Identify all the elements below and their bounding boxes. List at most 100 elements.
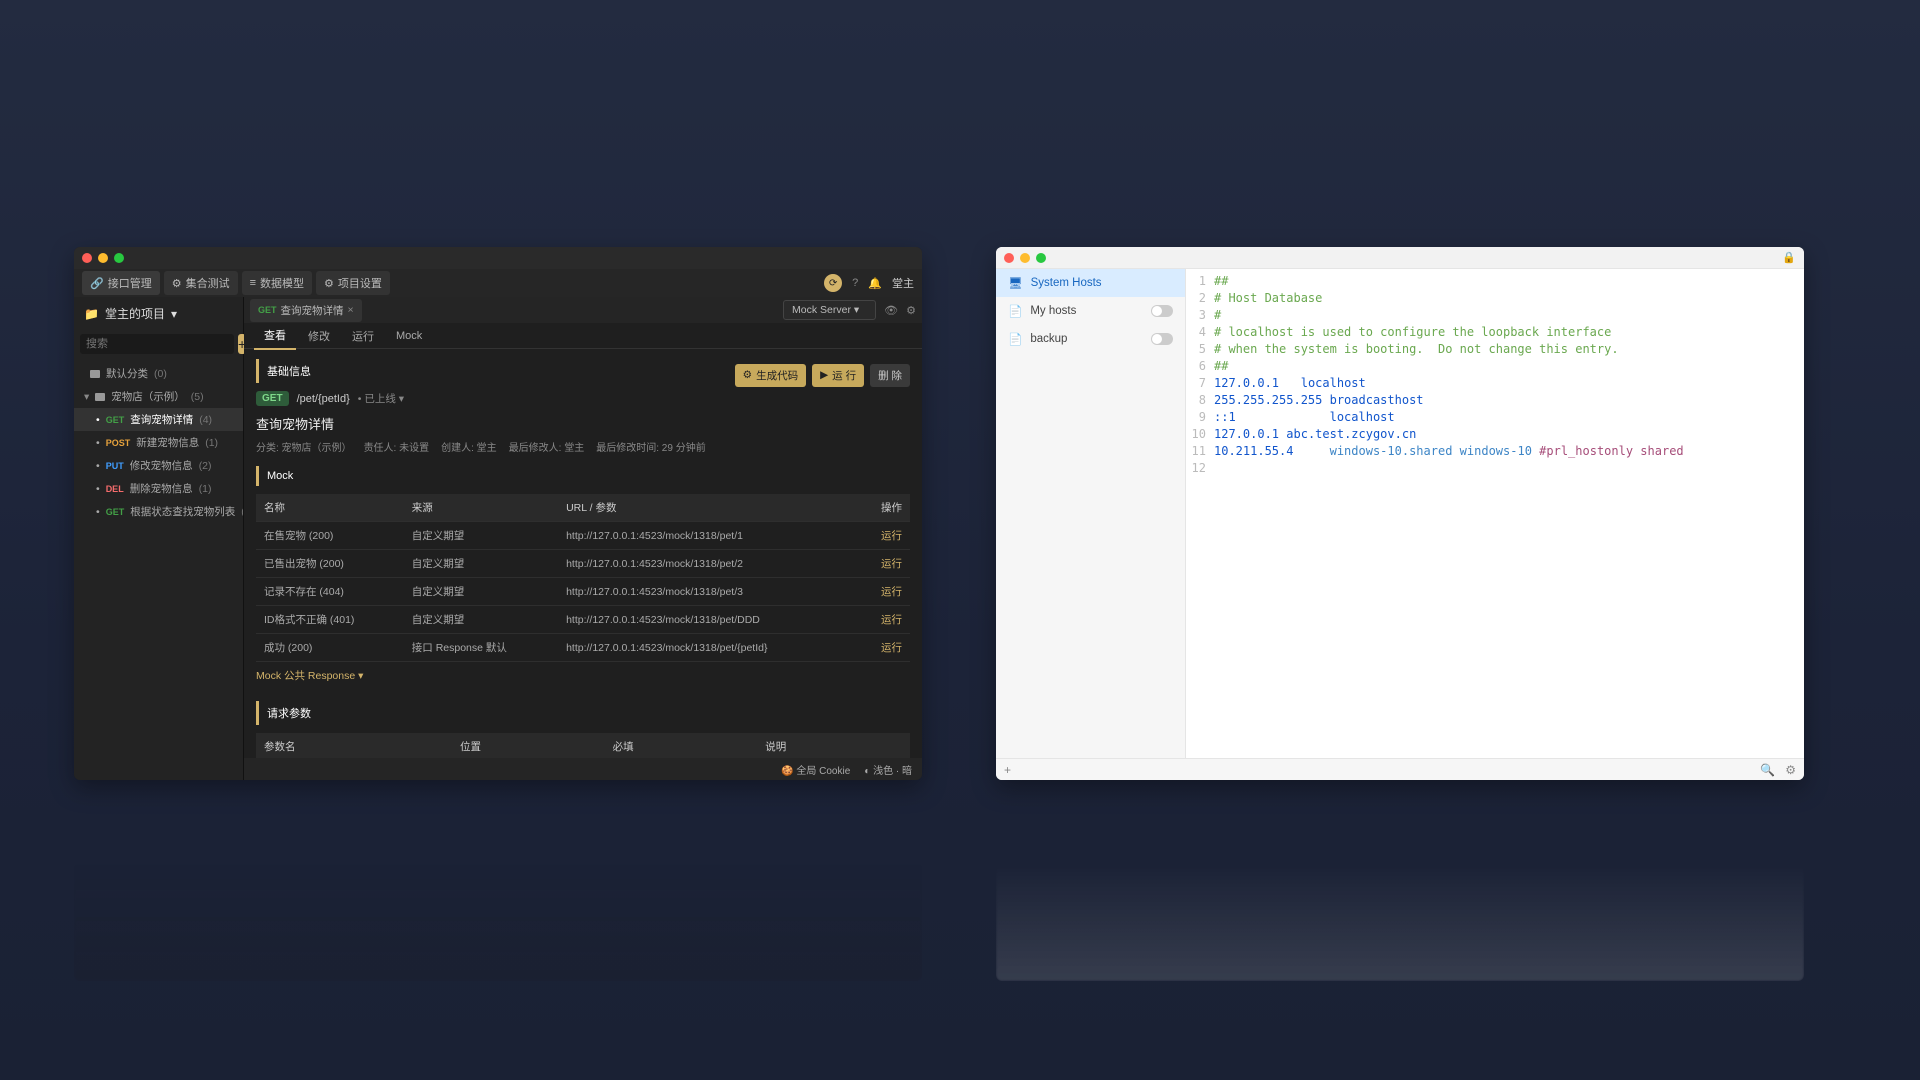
- code-line: 3#: [1186, 307, 1804, 324]
- tree-item[interactable]: • DEL 删除宠物信息 (1): [74, 477, 243, 500]
- tree-item[interactable]: • POST 新建宠物信息 (1): [74, 431, 243, 454]
- api-footer: 🍪 全局 Cookie ◐ 浅色 · 暗: [244, 758, 922, 780]
- subtab-bar: 查看 修改 运行 Mock: [244, 323, 922, 349]
- delete-button[interactable]: 删 除: [870, 364, 910, 387]
- add-host-button[interactable]: +: [1004, 763, 1011, 777]
- tab-bar: GET 查询宠物详情 × Mock Server ▾ 👁 ⚙: [244, 297, 922, 323]
- maximize-icon[interactable]: [1036, 253, 1046, 263]
- api-topnav: 🔗接口管理 ⚙集合测试 ≡数据模型 ⚙项目设置 ⟳ ? 🔔 堂主: [74, 269, 922, 297]
- file-icon: 📄: [1008, 332, 1022, 346]
- table-row: 记录不存在 (404)自定义期望http://127.0.0.1:4523/mo…: [256, 578, 910, 606]
- nav-collection-test[interactable]: ⚙集合测试: [164, 271, 238, 295]
- method-badge: GET: [258, 305, 277, 315]
- run-link[interactable]: 运行: [881, 530, 902, 542]
- theme-toggle[interactable]: ◐ 浅色 · 暗: [864, 762, 912, 777]
- api-title: 查询宠物详情: [256, 414, 910, 433]
- code-line: 1##: [1186, 273, 1804, 290]
- file-icon: 📄: [1008, 304, 1022, 318]
- settings-icon[interactable]: ⚙: [1785, 763, 1796, 777]
- gear-icon[interactable]: ⚙: [906, 304, 916, 317]
- api-path: /pet/{petId}: [297, 393, 350, 405]
- api-titlebar: [74, 247, 922, 269]
- col-name: 名称: [256, 494, 404, 522]
- environment-select[interactable]: Mock Server ▾: [783, 300, 876, 320]
- code-line: 4# localhost is used to configure the lo…: [1186, 324, 1804, 341]
- tree-item[interactable]: • GET 根据状态查找宠物列表 (2): [74, 500, 243, 523]
- run-link[interactable]: 运行: [881, 558, 902, 570]
- run-link[interactable]: 运行: [881, 642, 902, 654]
- minimize-icon[interactable]: [98, 253, 108, 263]
- eye-icon[interactable]: 👁: [884, 304, 898, 317]
- api-main: GET 查询宠物详情 × Mock Server ▾ 👁 ⚙ 查看 修改 运行 …: [244, 297, 922, 780]
- sidebar-item[interactable]: 📄My hosts: [996, 297, 1185, 325]
- tab-active[interactable]: GET 查询宠物详情 ×: [250, 299, 362, 322]
- subtab-mock[interactable]: Mock: [386, 325, 432, 347]
- nav-project-settings[interactable]: ⚙项目设置: [316, 271, 390, 295]
- close-icon[interactable]: ×: [348, 304, 354, 316]
- code-line: 9::1 localhost: [1186, 409, 1804, 426]
- search-input[interactable]: [80, 334, 234, 354]
- close-icon[interactable]: [1004, 253, 1014, 263]
- folder-icon: [95, 393, 105, 401]
- col-url: URL / 参数: [558, 494, 860, 522]
- code-line: 1110.211.55.4 windows-10.shared windows-…: [1186, 443, 1804, 460]
- run-button[interactable]: ▶ 运 行: [812, 364, 864, 387]
- code-line: 2# Host Database: [1186, 290, 1804, 307]
- mock-public-response[interactable]: Mock 公共 Response ▾: [256, 662, 363, 689]
- global-cookie[interactable]: 🍪 全局 Cookie: [781, 762, 850, 777]
- sidebar-item[interactable]: 📄backup: [996, 325, 1185, 353]
- user-label[interactable]: 堂主: [892, 275, 914, 291]
- subtab-run[interactable]: 运行: [342, 323, 384, 349]
- traffic-lights: [74, 247, 132, 269]
- toggle-switch[interactable]: [1151, 333, 1173, 345]
- subtab-view[interactable]: 查看: [254, 322, 296, 350]
- close-icon[interactable]: [82, 253, 92, 263]
- section-request-params: 请求参数: [256, 701, 910, 725]
- sync-icon[interactable]: ⟳: [824, 274, 842, 292]
- section-basic-info: 基础信息: [256, 359, 311, 383]
- section-mock: Mock: [256, 466, 910, 486]
- hosts-bottombar: + 🔍 ⚙: [996, 758, 1804, 780]
- mock-table: 名称 来源 URL / 参数 操作 在售宠物 (200)自定义期望http://…: [256, 494, 910, 662]
- api-sidebar: 📁 堂主的项目 ▾ + 默认分类 (0) ▾ 宠物店（示例） (5) • GET…: [74, 297, 244, 780]
- code-line: 8255.255.255.255 broadcasthost: [1186, 392, 1804, 409]
- sidebar-item[interactable]: 🖥System Hosts: [996, 269, 1185, 297]
- params-table: 参数名 位置 必填 说明: [256, 733, 910, 758]
- traffic-lights: [996, 247, 1054, 269]
- code-line: 10127.0.0.1 abc.test.zcygov.cn: [1186, 426, 1804, 443]
- help-icon[interactable]: ?: [852, 277, 858, 289]
- toggle-switch[interactable]: [1151, 305, 1173, 317]
- status-chip: • 已上线 ▾: [358, 391, 404, 406]
- monitor-icon: 🖥: [1008, 276, 1023, 290]
- run-link[interactable]: 运行: [881, 586, 902, 598]
- table-row: 在售宠物 (200)自定义期望http://127.0.0.1:4523/moc…: [256, 522, 910, 550]
- hosts-code-editor[interactable]: 1##2# Host Database3#4# localhost is use…: [1186, 269, 1804, 758]
- api-meta: 分类: 宠物店（示例）责任人: 未设置创建人: 堂主最后修改人: 堂主最后修改时…: [256, 439, 910, 454]
- project-selector[interactable]: 📁 堂主的项目 ▾: [74, 297, 243, 330]
- code-line: 6##: [1186, 358, 1804, 375]
- hosts-titlebar: 🔒: [996, 247, 1804, 269]
- tree-item[interactable]: • GET 查询宠物详情 (4): [74, 408, 243, 431]
- bell-icon[interactable]: 🔔: [868, 277, 882, 290]
- tree-petshop-group[interactable]: ▾ 宠物店（示例） (5): [74, 385, 243, 408]
- table-row: 已售出宠物 (200)自定义期望http://127.0.0.1:4523/mo…: [256, 550, 910, 578]
- col-src: 来源: [404, 494, 558, 522]
- hosts-sidebar: 🖥System Hosts📄My hosts📄backup: [996, 269, 1186, 758]
- run-link[interactable]: 运行: [881, 614, 902, 626]
- maximize-icon[interactable]: [114, 253, 124, 263]
- nav-api-mgmt[interactable]: 🔗接口管理: [82, 271, 160, 295]
- tree-default-group[interactable]: 默认分类 (0): [74, 362, 243, 385]
- search-icon[interactable]: 🔍: [1760, 763, 1775, 777]
- api-tree: 默认分类 (0) ▾ 宠物店（示例） (5) • GET 查询宠物详情 (4)•…: [74, 358, 243, 780]
- nav-data-model[interactable]: ≡数据模型: [242, 271, 312, 295]
- subtab-edit[interactable]: 修改: [298, 323, 340, 349]
- code-line: 7127.0.0.1 localhost: [1186, 375, 1804, 392]
- table-row: 成功 (200)接口 Response 默认http://127.0.0.1:4…: [256, 634, 910, 662]
- code-line: 12: [1186, 460, 1804, 477]
- tree-item[interactable]: • PUT 修改宠物信息 (2): [74, 454, 243, 477]
- code-line: 5# when the system is booting. Do not ch…: [1186, 341, 1804, 358]
- minimize-icon[interactable]: [1020, 253, 1030, 263]
- method-chip: GET: [256, 391, 289, 406]
- hosts-editor-window: 🔒 🖥System Hosts📄My hosts📄backup 1##2# Ho…: [996, 247, 1804, 780]
- gen-code-button[interactable]: ⚙ 生成代码: [735, 364, 806, 387]
